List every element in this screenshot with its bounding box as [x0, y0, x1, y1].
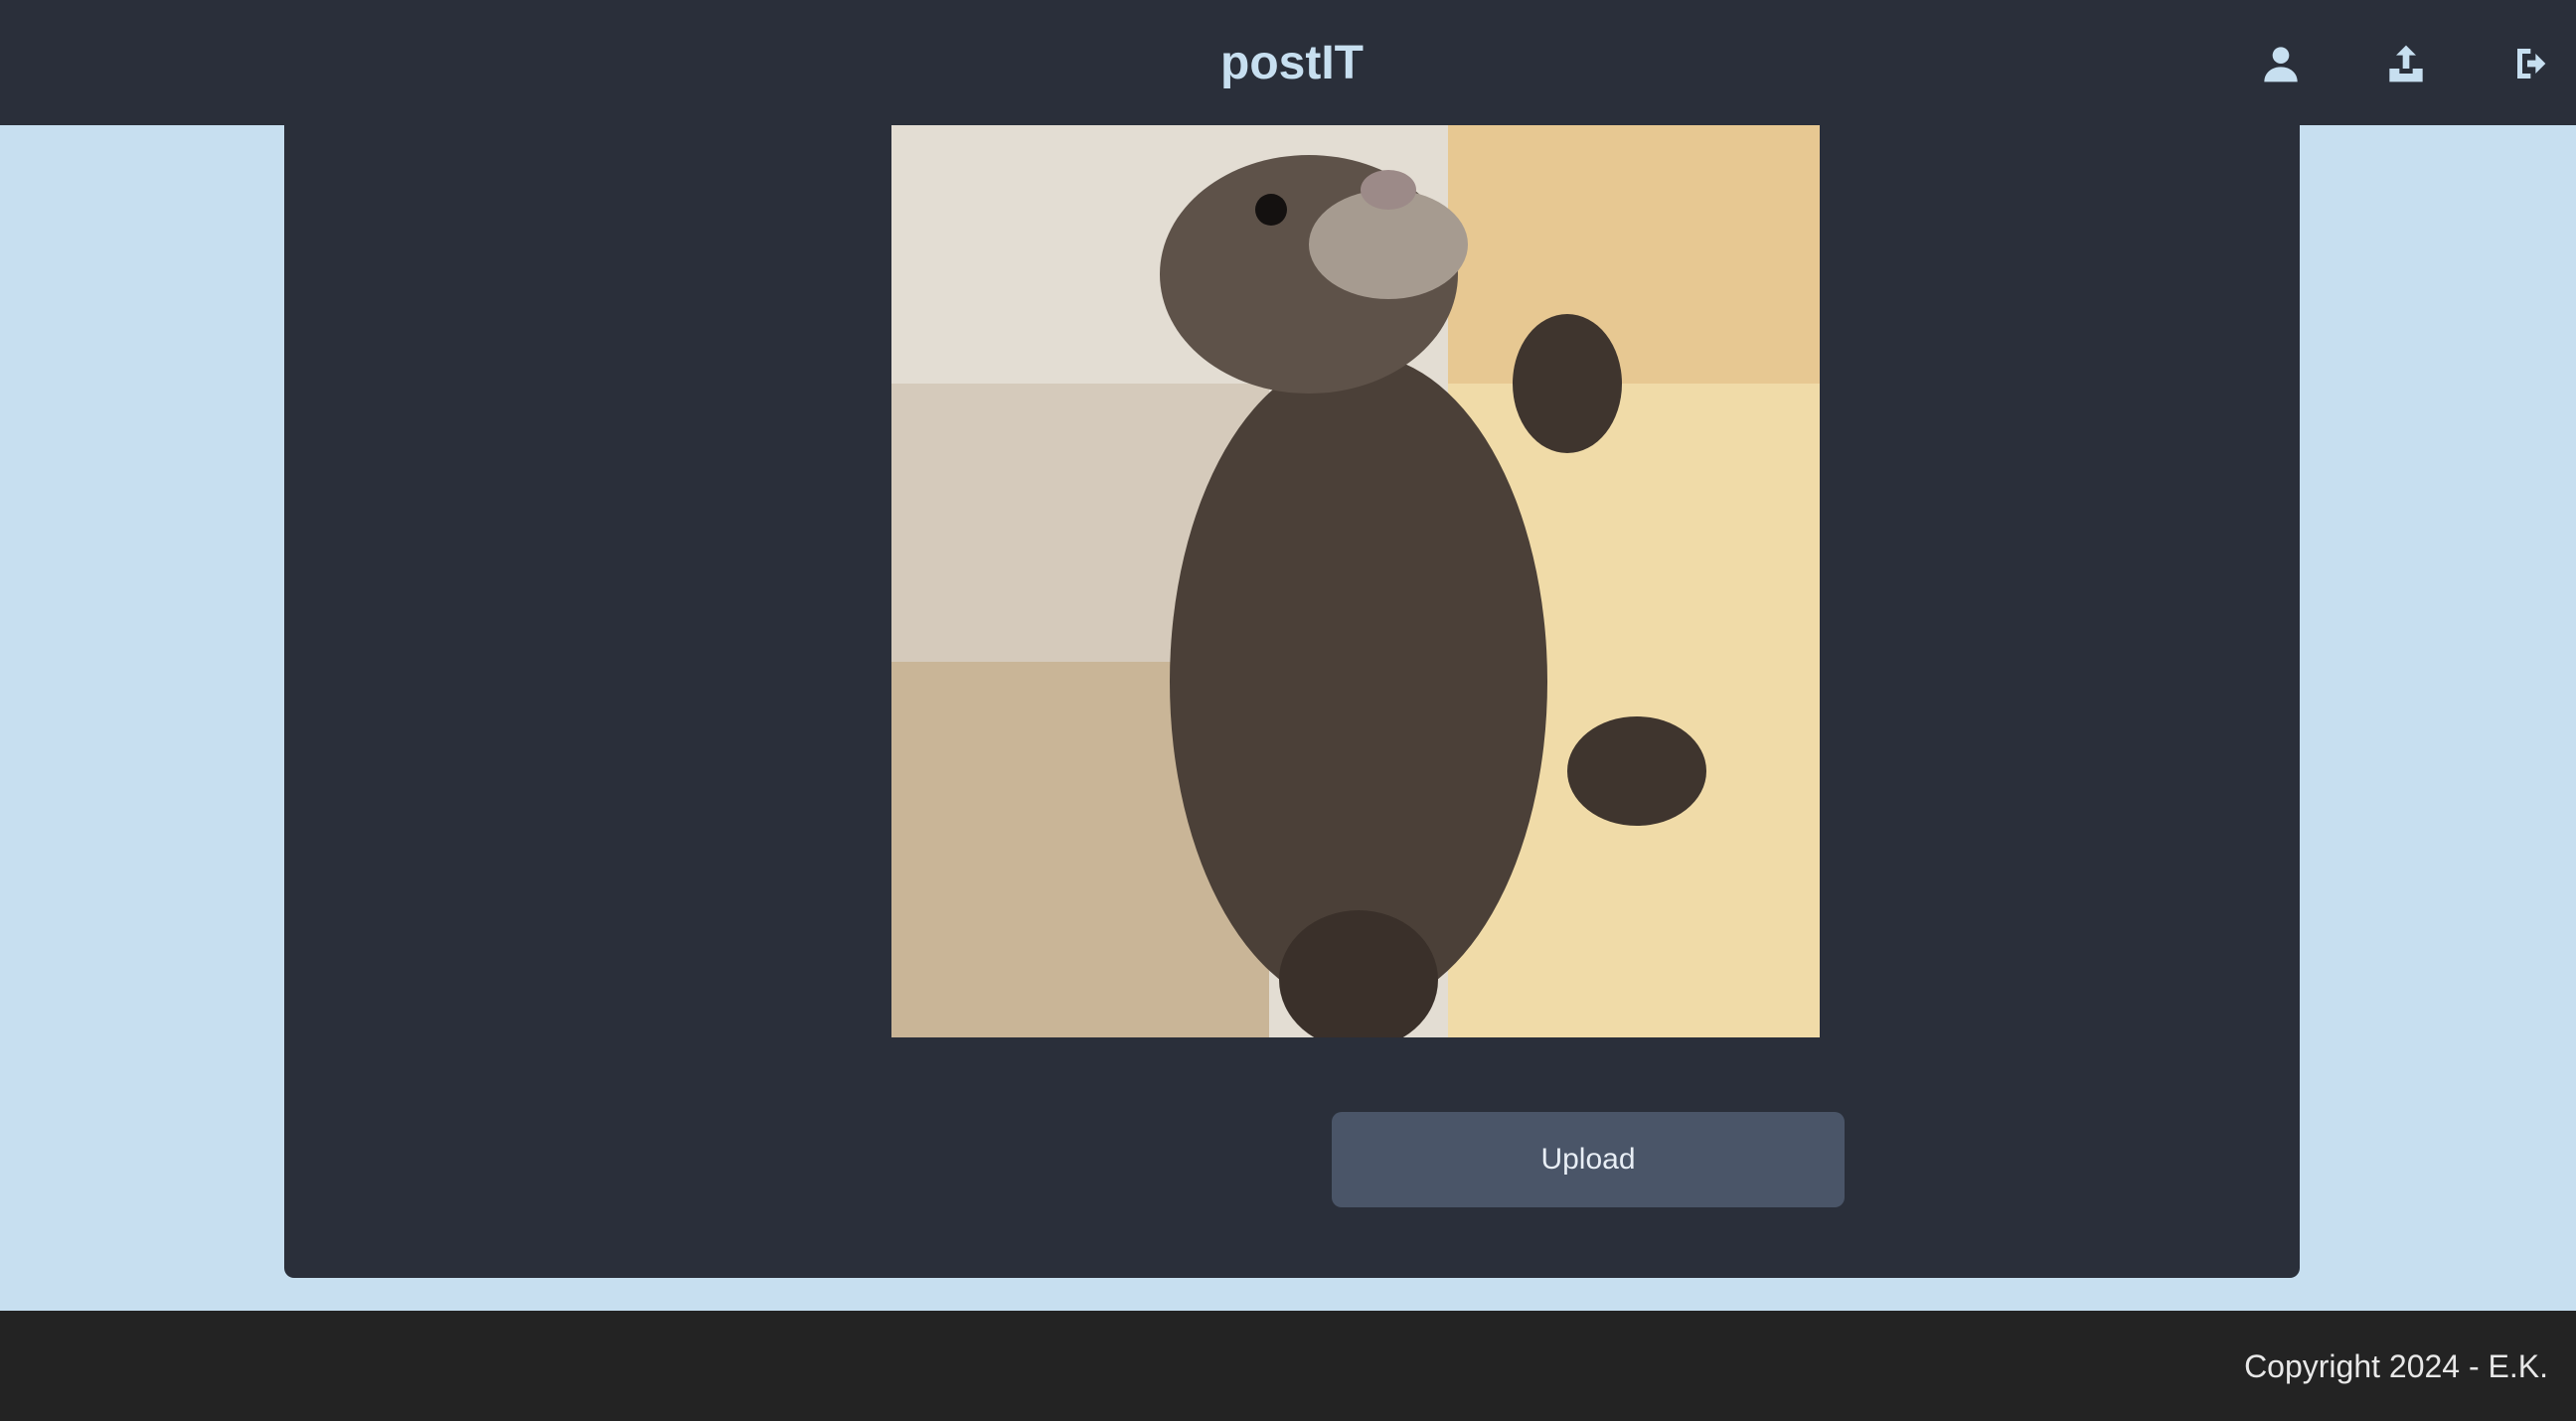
logout-icon[interactable] [2506, 38, 2558, 89]
upload-panel: Upload [284, 125, 2300, 1278]
otter-photo [891, 125, 1820, 1037]
user-icon[interactable] [2255, 38, 2307, 89]
copyright-text: Copyright 2024 - E.K. [2244, 1348, 2548, 1384]
upload-button[interactable]: Upload [1332, 1112, 1845, 1207]
brand-title[interactable]: postIT [1220, 30, 1364, 97]
footer: Copyright 2024 - E.K. [0, 1311, 2576, 1421]
upload-icon[interactable] [2380, 38, 2432, 89]
top-bar: postIT [0, 0, 2576, 125]
